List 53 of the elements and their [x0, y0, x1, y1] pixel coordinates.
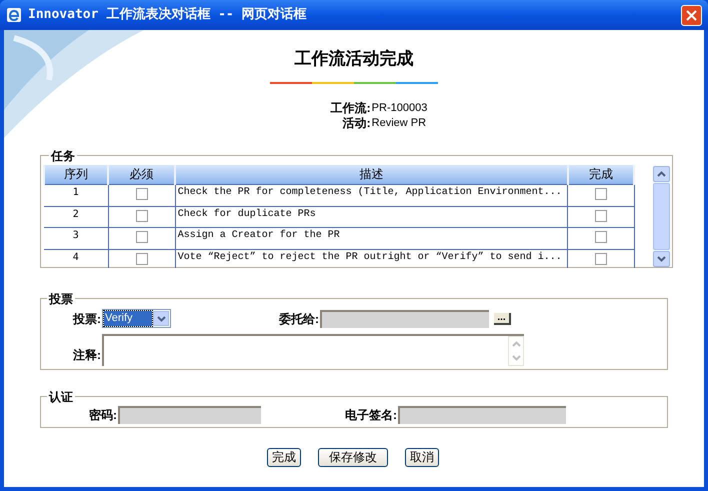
caret-icon: [156, 316, 166, 322]
page-heading: 工作流活动完成: [294, 48, 414, 70]
browser-icon: [6, 7, 22, 23]
dropdown-value: Verify: [104, 311, 152, 326]
group-legend: 认证: [47, 388, 75, 406]
group-legend: 投票: [47, 290, 75, 308]
close-icon: [686, 10, 697, 20]
checkbox[interactable]: [136, 210, 148, 222]
dialog-button[interactable]: 取消: [405, 448, 439, 466]
close-button[interactable]: [681, 4, 702, 26]
delegate-field[interactable]: [320, 310, 489, 328]
table-cell: Check for duplicate PRs: [175, 206, 568, 228]
field-label: 注释:: [72, 346, 101, 364]
column-header[interactable]: 必须: [108, 164, 176, 184]
table-cell: 1: [44, 184, 108, 206]
table-cell: 3: [44, 228, 108, 249]
info-value: PR-100003: [372, 100, 428, 116]
checkbox[interactable]: [594, 252, 607, 264]
field-label: 投票:: [72, 310, 101, 328]
comment-field[interactable]: [102, 334, 524, 366]
scroll-down-icon[interactable]: [657, 256, 666, 262]
checkbox[interactable]: [594, 188, 607, 200]
field-label: 电子签名:: [344, 406, 397, 424]
scrollbar[interactable]: [653, 166, 670, 266]
field-label: 密码:: [88, 406, 117, 424]
scroll-thumb[interactable]: [653, 182, 670, 250]
scroll-down-icon[interactable]: [512, 355, 520, 361]
checkbox[interactable]: [136, 188, 148, 200]
info-value: Review PR: [372, 116, 428, 130]
info-label: 活动:: [342, 116, 371, 130]
checkbox[interactable]: [594, 210, 607, 222]
field-label: 委托给:: [278, 310, 319, 328]
vote-dropdown[interactable]: Verify: [102, 309, 171, 328]
column-header[interactable]: 描述: [175, 164, 568, 184]
info-label: 工作流:: [330, 100, 371, 116]
dialog-button[interactable]: 保存修改: [318, 448, 388, 466]
browse-button[interactable]: ...: [494, 312, 511, 324]
table-cell: Assign a Creator for the PR: [175, 228, 568, 249]
checkbox[interactable]: [594, 231, 607, 243]
password-field[interactable]: [118, 406, 261, 424]
table-cell: Vote “Reject” to reject the PR outright or “Verify” to send i...: [175, 249, 568, 268]
group-legend: 任务: [49, 146, 77, 164]
window-title: Innovator 工作流表决对话框 -- 网页对话框: [28, 6, 308, 24]
checkbox[interactable]: [136, 231, 148, 243]
table-cell: 2: [44, 206, 108, 228]
signature-field[interactable]: [398, 406, 566, 424]
checkbox[interactable]: [136, 252, 148, 264]
column-header[interactable]: 完成: [568, 164, 634, 184]
column-header[interactable]: 序列: [44, 164, 108, 184]
scroll-up-icon[interactable]: [657, 170, 666, 176]
table-cell: Check the PR for completeness (Title, Application Environment...: [175, 184, 568, 206]
scroll-up-icon[interactable]: [512, 341, 520, 347]
dialog-button[interactable]: 完成: [267, 448, 301, 466]
